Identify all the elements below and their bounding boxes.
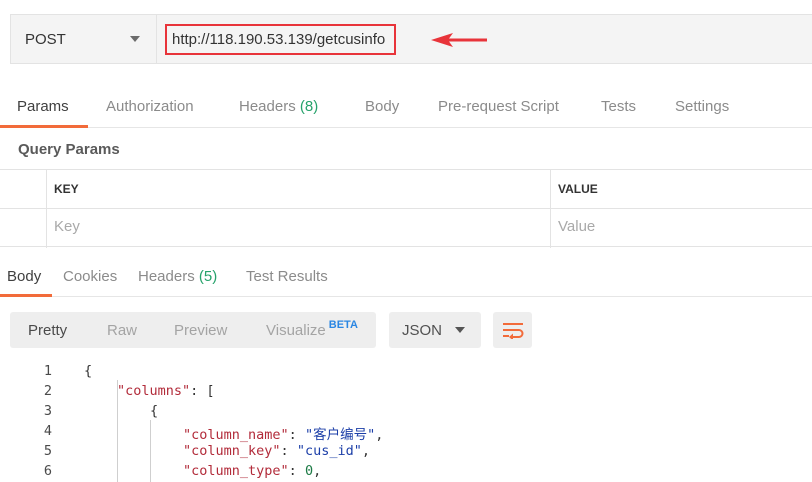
tab-tests[interactable]: Tests: [601, 88, 636, 128]
visualize-label: Visualize: [266, 322, 326, 339]
beta-badge: BETA: [328, 319, 358, 331]
indent-guide: [150, 420, 151, 482]
tab-settings[interactable]: Settings: [675, 88, 729, 128]
json-number-value: 0: [304, 463, 314, 479]
url-input[interactable]: http://118.190.53.139/getcusinfo: [165, 23, 397, 55]
response-tab-test-results[interactable]: Test Results: [246, 268, 328, 285]
response-tab-body[interactable]: Body: [7, 268, 41, 285]
value-input[interactable]: Value: [551, 209, 812, 248]
line-number: 2: [43, 383, 52, 399]
json-string-value: "cus_id": [296, 443, 362, 459]
red-arrow-icon: [431, 33, 487, 47]
format-label: JSON: [402, 321, 443, 339]
view-visualize-button[interactable]: Visualize BETA: [266, 319, 358, 339]
chevron-down-icon: [455, 327, 465, 333]
view-raw-button[interactable]: Raw: [107, 322, 137, 339]
request-tabs: Params Authorization Headers (8) Body Pr…: [0, 88, 812, 128]
tab-authorization[interactable]: Authorization: [106, 88, 194, 128]
response-view-modes: Pretty Raw Preview Visualize BETA: [10, 312, 376, 348]
active-tab-indicator: [0, 294, 52, 297]
json-key: "column_key": [183, 443, 281, 459]
json-key: "column_name": [183, 427, 289, 443]
line-number: 4: [43, 423, 52, 439]
tab-count-badge: (8): [299, 98, 319, 115]
query-params-title: Query Params: [18, 141, 120, 158]
active-tab-indicator: [0, 125, 88, 128]
code-text: ,: [361, 443, 370, 459]
response-body-code[interactable]: 1 { 2 "columns": [ 3 { 4 "column_name": …: [0, 360, 812, 482]
code-line: {: [84, 363, 92, 379]
tab-label: Pre-request Script: [438, 98, 559, 115]
code-line: {: [150, 403, 158, 419]
tab-label: Params: [17, 98, 69, 115]
line-number: 6: [43, 463, 52, 479]
tab-label: Test Results: [246, 268, 328, 285]
view-preview-button[interactable]: Preview: [174, 322, 227, 339]
tab-label: Authorization: [106, 98, 194, 115]
method-select[interactable]: POST: [11, 15, 157, 63]
query-params-table: KEY VALUE Key Value: [0, 169, 812, 248]
tab-label: Tests: [601, 98, 637, 115]
tab-pre-request-script[interactable]: Pre-request Script: [438, 88, 559, 128]
wrap-lines-icon: [502, 323, 523, 339]
request-bar: POST http://118.190.53.139/getcusinfo: [10, 14, 812, 64]
code-line: "column_name": "客户编号",: [183, 427, 384, 443]
url-text: http://118.190.53.139/getcusinfo: [172, 30, 386, 48]
response-tab-cookies[interactable]: Cookies: [63, 268, 117, 285]
line-number: 1: [43, 363, 52, 379]
response-tab-headers[interactable]: Headers (5): [138, 268, 217, 285]
key-input[interactable]: Key: [47, 209, 551, 248]
code-text: ,: [313, 463, 322, 479]
tab-body[interactable]: Body: [365, 88, 399, 128]
view-pretty-button[interactable]: Pretty: [28, 322, 67, 339]
tab-label: Body: [7, 268, 42, 285]
table-header-row: KEY VALUE: [0, 170, 812, 209]
row-checkbox-cell: [0, 209, 47, 248]
tab-headers[interactable]: Headers (8): [239, 88, 318, 128]
json-string-value: "客户编号": [304, 427, 376, 443]
key-column-header: KEY: [47, 170, 551, 208]
table-row: Key Value: [0, 209, 812, 248]
line-number: 5: [43, 443, 52, 459]
response-tabs: Body Cookies Headers (5) Test Results: [0, 258, 812, 297]
method-label: POST: [25, 30, 66, 48]
tab-label: Body: [365, 98, 400, 115]
code-text: : [: [190, 383, 215, 399]
tab-label: Headers: [138, 268, 195, 285]
code-line: "columns": [: [117, 383, 215, 399]
code-line: "column_type": 0,: [183, 463, 322, 479]
format-select[interactable]: JSON: [389, 312, 481, 348]
url-input-area[interactable]: http://118.190.53.139/getcusinfo: [157, 15, 812, 63]
tab-label: Settings: [675, 98, 730, 115]
json-key: "column_type": [183, 463, 289, 479]
line-number: 3: [43, 403, 52, 419]
tab-params[interactable]: Params: [17, 88, 69, 128]
wrap-lines-button[interactable]: [493, 312, 532, 348]
chevron-down-icon: [130, 36, 140, 42]
value-column-header: VALUE: [558, 182, 598, 196]
tab-label: Cookies: [63, 268, 118, 285]
checkbox-column-header: [0, 170, 47, 208]
tab-count-badge: (5): [198, 268, 218, 285]
code-text: ,: [375, 427, 384, 443]
json-key: "columns": [117, 383, 191, 399]
code-text: {: [150, 403, 159, 419]
code-line: "column_key": "cus_id",: [183, 443, 370, 459]
code-text: {: [84, 363, 93, 379]
tab-label: Headers: [239, 98, 296, 115]
